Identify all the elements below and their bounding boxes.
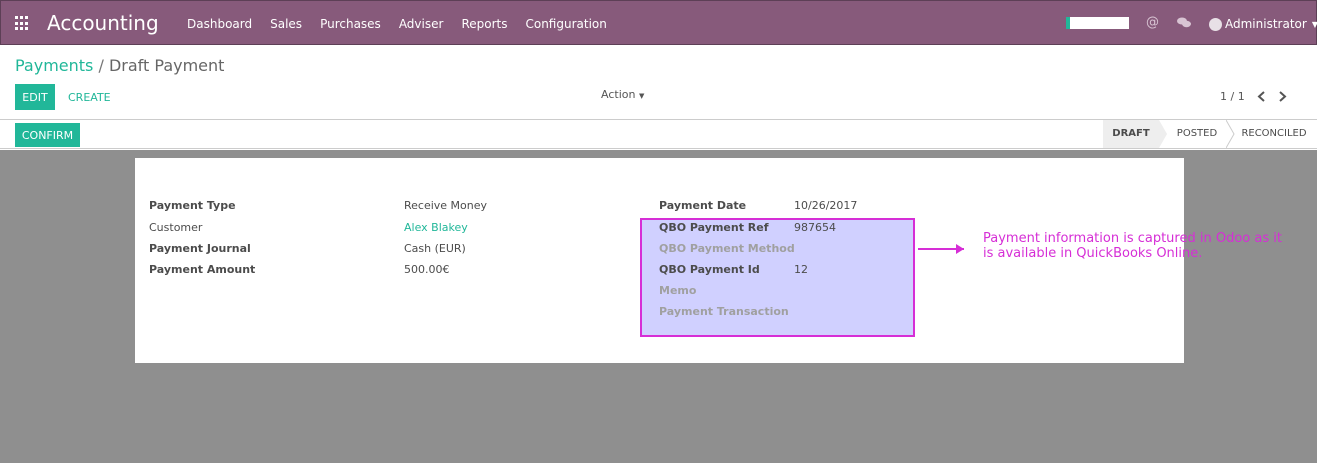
progress-bar (1066, 17, 1129, 29)
payment-type-field: Receive Money (404, 199, 488, 212)
payment-transaction-label: Payment Transaction (659, 305, 789, 318)
customer-link[interactable]: Alex Blakey (404, 221, 468, 234)
top-navbar: Accounting Dashboard Sales Purchases Adv… (0, 0, 1317, 45)
action-dropdown[interactable]: Action ▼ (601, 88, 644, 101)
qbo-payment-method-label: QBO Payment Method (659, 242, 795, 255)
breadcrumb-separator: / (98, 56, 104, 75)
breadcrumb-current: Draft Payment (108, 56, 225, 75)
caret-down-icon: ▼ (638, 92, 645, 100)
menu-configuration[interactable]: Configuration (525, 17, 606, 31)
payment-amount-field: 500.00€ (404, 263, 450, 276)
stage-reconciled[interactable]: RECONCILED (1236, 120, 1312, 148)
pager-value: 1 / 1 (1220, 90, 1245, 103)
payment-journal-label: Payment Journal (149, 242, 251, 255)
at-icon[interactable]: @ (1146, 15, 1159, 30)
pager: 1 / 1 (1220, 90, 1287, 103)
caret-down-icon: ▼ (1311, 19, 1317, 29)
qbo-payment-ref-field: 987654 (794, 221, 836, 234)
edit-button[interactable]: EDIT (15, 84, 55, 110)
annotation-note: Payment information is captured in Odoo … (983, 231, 1282, 261)
customer-label: Customer (149, 221, 203, 234)
breadcrumb-payments-link[interactable]: Payments (15, 56, 93, 75)
menu-adviser[interactable]: Adviser (399, 17, 444, 31)
stage-posted[interactable]: POSTED (1168, 120, 1226, 148)
payment-amount-label: Payment Amount (149, 263, 256, 276)
payment-journal-field: Cash (EUR) (404, 242, 466, 255)
qbo-highlight-box (640, 218, 915, 337)
confirm-button[interactable]: CONFIRM (15, 123, 80, 147)
breadcrumb: Payments / Draft Payment (15, 56, 224, 75)
menu-sales[interactable]: Sales (270, 17, 302, 31)
chevron-right-icon[interactable] (1278, 91, 1287, 102)
user-name: Administrator (1225, 17, 1307, 31)
create-button[interactable]: CREATE (68, 91, 111, 104)
user-menu[interactable]: Administrator ▼ (1209, 17, 1317, 31)
payment-type-label: Payment Type (149, 199, 236, 212)
stage-divider (1226, 120, 1235, 148)
action-label: Action (601, 88, 636, 101)
app-title: Accounting (47, 11, 159, 35)
apps-grid-icon[interactable] (15, 16, 30, 31)
status-bar: CONFIRM DRAFT POSTED RECONCILED (0, 119, 1317, 149)
chat-icon[interactable] (1177, 17, 1191, 28)
menu-purchases[interactable]: Purchases (320, 17, 381, 31)
stage-draft[interactable]: DRAFT (1103, 120, 1167, 148)
qbo-payment-ref-label: QBO Payment Ref (659, 221, 769, 234)
avatar (1209, 17, 1222, 31)
chevron-left-icon[interactable] (1257, 91, 1266, 102)
qbo-payment-id-field: 12 (794, 263, 808, 276)
payment-date-label: Payment Date (659, 199, 747, 212)
memo-label: Memo (659, 284, 697, 297)
menu-dashboard[interactable]: Dashboard (187, 17, 252, 31)
qbo-payment-id-label: QBO Payment Id (659, 263, 760, 276)
menu-reports[interactable]: Reports (461, 17, 507, 31)
annotation-arrow-head-icon (956, 244, 964, 254)
main-menu: Dashboard Sales Purchases Adviser Report… (187, 17, 625, 31)
payment-date-field: 10/26/2017 (794, 199, 858, 212)
